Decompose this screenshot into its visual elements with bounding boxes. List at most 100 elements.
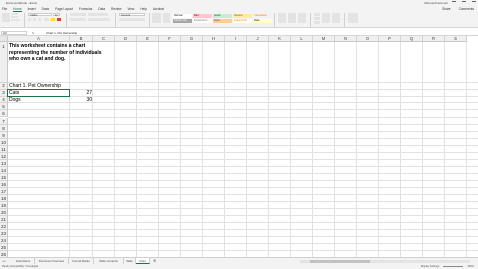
delete-cells-button[interactable]: [288, 13, 296, 23]
column-header-s[interactable]: S: [445, 36, 467, 42]
row-header-1[interactable]: 1: [0, 42, 8, 83]
row-header-25[interactable]: 25: [0, 244, 8, 252]
column-header-d[interactable]: D: [115, 36, 137, 42]
clear-button[interactable]: [314, 21, 320, 24]
cell-b3[interactable]: 27: [71, 90, 92, 97]
fill-color-button[interactable]: [51, 18, 55, 21]
insert-cells-button[interactable]: [278, 13, 286, 23]
display-settings[interactable]: Display Settings: [421, 264, 440, 269]
row-header-12[interactable]: 12: [0, 152, 8, 160]
font-color-button[interactable]: [57, 18, 61, 21]
cell-a1[interactable]: This worksheet contains a chart represen…: [9, 42, 111, 63]
gridline-vertical: [290, 42, 291, 257]
column-header-m[interactable]: M: [313, 36, 335, 42]
column-header-p[interactable]: P: [379, 36, 401, 42]
zoom-level[interactable]: 100%: [467, 264, 474, 269]
cell-style-option[interactable]: Note: [253, 19, 272, 23]
paste-icon[interactable]: [2, 13, 10, 22]
column-header-l[interactable]: L: [291, 36, 313, 42]
fill-button[interactable]: [314, 17, 320, 20]
number-format-select[interactable]: General: [119, 13, 145, 17]
number-format-buttons[interactable]: [119, 18, 145, 21]
borders-button[interactable]: [44, 18, 49, 21]
cell-style-option[interactable]: Linked Cell: [233, 19, 252, 23]
sort-filter-button[interactable]: [322, 13, 330, 23]
row-header-19[interactable]: 19: [0, 202, 8, 210]
column-header-r[interactable]: R: [423, 36, 445, 42]
formula-input[interactable]: Chart 1. Pet Ownership: [46, 31, 77, 35]
row-header-23[interactable]: 23: [0, 230, 8, 238]
column-header-n[interactable]: N: [335, 36, 357, 42]
maximize-icon[interactable]: [462, 1, 466, 4]
row-header-18[interactable]: 18: [0, 195, 8, 203]
row-header-7[interactable]: 7: [0, 117, 8, 125]
find-select-button[interactable]: [332, 13, 340, 23]
horizontal-scrollbar[interactable]: [300, 260, 470, 263]
cell-style-option[interactable]: Normal: [173, 14, 192, 18]
merge-center-button[interactable]: [88, 18, 110, 21]
font-size-select[interactable]: 11: [53, 13, 60, 17]
row-header-10[interactable]: 10: [0, 138, 8, 146]
cell-style-option[interactable]: Check Cell: [173, 19, 192, 23]
row-header-8[interactable]: 8: [0, 124, 8, 132]
analyze-data-button[interactable]: [348, 13, 358, 23]
row-header-22[interactable]: 22: [0, 223, 8, 231]
row-header-15[interactable]: 15: [0, 173, 8, 181]
conditional-formatting-button[interactable]: [152, 13, 161, 23]
zoom-slider[interactable]: [443, 266, 464, 267]
format-cells-button[interactable]: [298, 13, 306, 23]
row-header-11[interactable]: 11: [0, 145, 8, 153]
column-header-j[interactable]: J: [247, 36, 269, 42]
row-header-17[interactable]: 17: [0, 188, 8, 196]
window-controls[interactable]: [452, 1, 476, 5]
cell-style-option[interactable]: Input: [213, 19, 232, 23]
cell-a4[interactable]: Dogs: [9, 97, 21, 104]
bold-button[interactable]: [28, 18, 31, 21]
column-header-g[interactable]: G: [181, 36, 203, 42]
format-painter-button[interactable]: [11, 19, 20, 21]
row-header-4[interactable]: 4: [0, 96, 8, 104]
fx-icon[interactable]: fx: [32, 31, 34, 35]
minimize-icon[interactable]: [452, 1, 456, 4]
wrap-text-button[interactable]: [88, 13, 108, 16]
format-as-table-button[interactable]: [163, 13, 170, 23]
gridline-horizontal: [8, 187, 478, 188]
copy-button[interactable]: [11, 16, 18, 18]
column-header-i[interactable]: I: [225, 36, 247, 42]
cell-style-option[interactable]: Good: [213, 14, 232, 18]
gridline-horizontal: [8, 215, 478, 217]
column-header-e[interactable]: E: [137, 36, 159, 42]
gridline-vertical: [246, 42, 247, 257]
row-header-6[interactable]: 6: [0, 110, 8, 118]
cell-style-option[interactable]: Explanatory ...: [193, 19, 212, 23]
column-header-k[interactable]: K: [269, 36, 291, 42]
italic-button[interactable]: [33, 18, 36, 21]
cut-button[interactable]: [11, 13, 18, 15]
cell-style-option[interactable]: Neutral: [233, 14, 252, 18]
underline-button[interactable]: [38, 18, 41, 21]
row-header-24[interactable]: 24: [0, 237, 8, 245]
row-header-21[interactable]: 21: [0, 216, 8, 224]
worksheet-grid[interactable]: A B C D E F G H I J K L M N O P Q R S 1 2 3 4 5 6 7 8 9 10 11 12 13 14 15…: [0, 36, 478, 257]
name-box[interactable]: A3: [1, 31, 27, 35]
row-header-5[interactable]: 5: [0, 103, 8, 111]
font-name-select[interactable]: Calibri: [28, 13, 52, 17]
cell-b4[interactable]: 30: [71, 97, 92, 104]
vertical-align-buttons[interactable]: [70, 13, 86, 16]
cell-style-option[interactable]: Bad: [193, 14, 212, 18]
autosum-button[interactable]: [314, 13, 320, 16]
horizontal-align-buttons[interactable]: [70, 18, 86, 21]
column-header-o[interactable]: O: [357, 36, 379, 42]
status-text: Ready Accessibility: Investigate: [2, 265, 39, 268]
column-header-h[interactable]: H: [203, 36, 225, 42]
row-header-16[interactable]: 16: [0, 180, 8, 188]
row-header-9[interactable]: 9: [0, 131, 8, 139]
column-header-q[interactable]: Q: [401, 36, 423, 42]
cell-style-option[interactable]: Calculation: [253, 14, 272, 18]
scrollbar-thumb[interactable]: [310, 260, 370, 263]
row-header-13[interactable]: 13: [0, 159, 8, 167]
column-header-f[interactable]: F: [159, 36, 181, 42]
close-icon[interactable]: [472, 1, 476, 4]
row-header-14[interactable]: 14: [0, 166, 8, 174]
row-header-20[interactable]: 20: [0, 209, 8, 217]
